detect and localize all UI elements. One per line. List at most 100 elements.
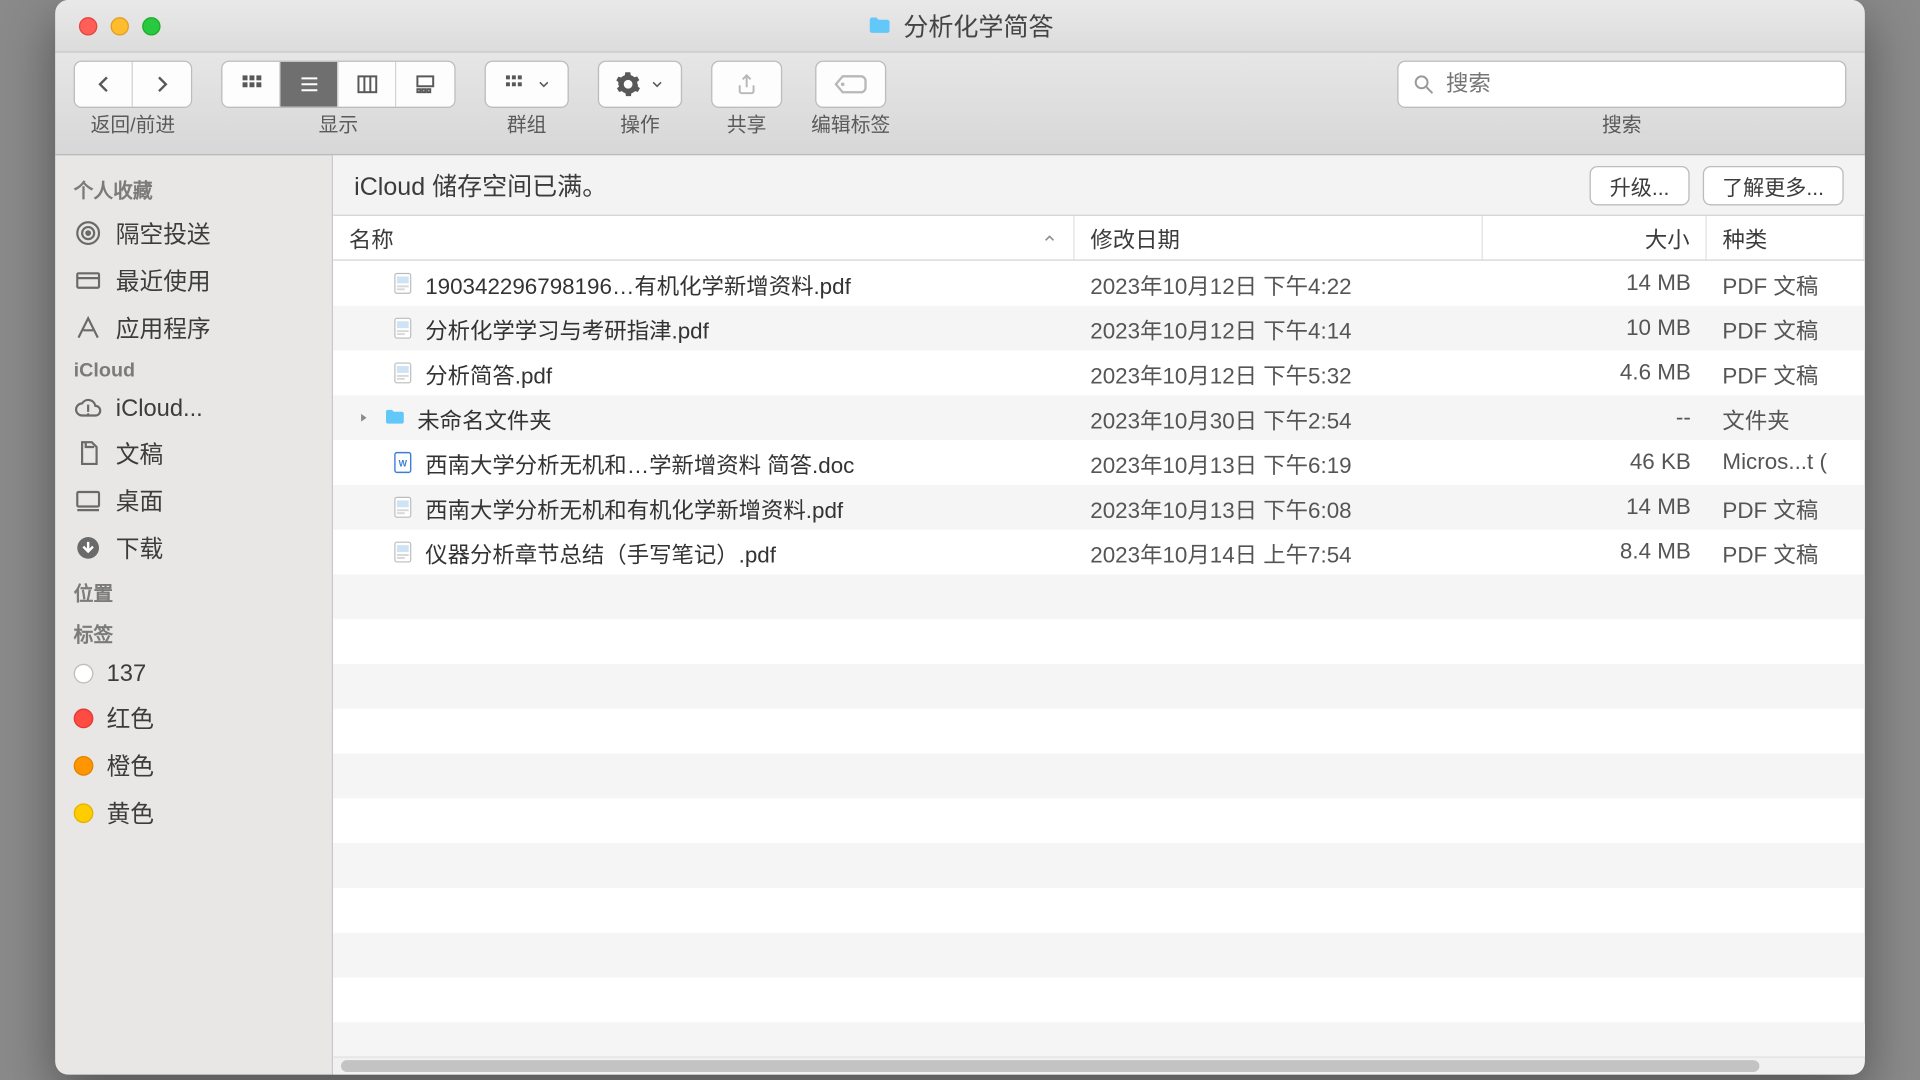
action-label: 操作 bbox=[620, 111, 660, 139]
table-row[interactable]: 分析简答.pdf2023年10月12日 下午5:324.6 MBPDF 文稿 bbox=[333, 350, 1865, 395]
search-label: 搜索 bbox=[1602, 111, 1642, 139]
sidebar-item-label: 桌面 bbox=[116, 483, 163, 517]
sidebar-item[interactable]: 桌面 bbox=[55, 477, 332, 524]
sidebar-icon bbox=[74, 266, 103, 295]
tag-color-icon bbox=[74, 755, 94, 775]
table-row[interactable]: 分析化学学习与考研指津.pdf 2023年10月12日 下午4:1410 MBPD… bbox=[333, 306, 1865, 351]
file-name: 西南大学分析无机和…学新增资料 简答.doc bbox=[425, 446, 854, 479]
file-kind: PDF 文稿 bbox=[1707, 485, 1865, 530]
search-input[interactable] bbox=[1446, 71, 1832, 97]
sort-caret-icon bbox=[1042, 230, 1058, 246]
chevron-down-icon bbox=[649, 76, 665, 92]
column-kind[interactable]: 种类 bbox=[1707, 216, 1865, 259]
sidebar-item-label: 137 bbox=[107, 660, 147, 688]
share-button[interactable] bbox=[711, 61, 782, 108]
group-button[interactable] bbox=[485, 61, 569, 108]
search-field[interactable] bbox=[1397, 61, 1846, 108]
file-date: 2023年10月12日 下午4:22 bbox=[1075, 261, 1483, 306]
file-icon bbox=[391, 316, 415, 340]
chevron-down-icon bbox=[536, 76, 552, 92]
table-row bbox=[333, 932, 1865, 977]
sidebar-item[interactable]: 应用程序 bbox=[55, 304, 332, 351]
sidebar-item[interactable]: 最近使用 bbox=[55, 257, 332, 304]
file-date: 2023年10月14日 上午7:54 bbox=[1075, 529, 1483, 574]
folder-icon bbox=[866, 13, 892, 39]
sidebar: 个人收藏 隔空投送最近使用应用程序 iCloud iCloud...文稿桌面下载… bbox=[55, 155, 333, 1074]
sidebar-item-label: 隔空投送 bbox=[116, 216, 211, 250]
sidebar-tag-item[interactable]: 橙色 bbox=[55, 741, 332, 788]
sidebar-item-label: 黄色 bbox=[107, 795, 154, 829]
file-icon bbox=[391, 540, 415, 564]
horizontal-scrollbar[interactable] bbox=[333, 1056, 1865, 1074]
learn-more-button[interactable]: 了解更多... bbox=[1702, 165, 1843, 205]
banner-text: iCloud 储存空间已满。 bbox=[354, 167, 607, 203]
file-name: 分析化学学习与考研指津.pdf bbox=[425, 311, 709, 344]
file-size: 14 MB bbox=[1483, 485, 1707, 530]
file-date: 2023年10月12日 下午4:14 bbox=[1075, 306, 1483, 351]
view-group: 显示 bbox=[221, 61, 455, 139]
file-name: 分析简答.pdf bbox=[425, 356, 552, 389]
file-date: 2023年10月13日 下午6:08 bbox=[1075, 485, 1483, 530]
file-date: 2023年10月13日 下午6:19 bbox=[1075, 440, 1483, 485]
sidebar-tag-item[interactable]: 137 bbox=[55, 653, 332, 694]
sidebar-icon bbox=[74, 486, 103, 515]
share-icon bbox=[735, 71, 759, 97]
view-column-button[interactable] bbox=[338, 62, 396, 107]
sidebar-tag-item[interactable]: 黄色 bbox=[55, 789, 332, 836]
nav-group: 返回/前进 bbox=[74, 61, 193, 139]
table-row[interactable]: W 西南大学分析无机和…学新增资料 简答.doc 2023年10月13日 下午6:1… bbox=[333, 440, 1865, 485]
close-button[interactable] bbox=[79, 16, 97, 34]
table-row[interactable]: 未命名文件夹2023年10月30日 下午2:54--文件夹 bbox=[333, 395, 1865, 440]
table-row bbox=[333, 709, 1865, 754]
action-button[interactable] bbox=[598, 61, 682, 108]
file-date: 2023年10月12日 下午5:32 bbox=[1075, 350, 1483, 395]
file-icon bbox=[391, 495, 415, 519]
column-name[interactable]: 名称 bbox=[333, 216, 1074, 259]
svg-text:W: W bbox=[399, 458, 408, 468]
upgrade-button[interactable]: 升级... bbox=[1590, 165, 1689, 205]
table-row[interactable]: 西南大学分析无机和有机化学新增资料.pdf2023年10月13日 下午6:081… bbox=[333, 485, 1865, 530]
file-kind: Micros...t ( bbox=[1707, 440, 1865, 485]
file-kind: 文件夹 bbox=[1707, 395, 1865, 440]
edit-tags-button[interactable] bbox=[815, 61, 886, 108]
view-gallery-button[interactable] bbox=[396, 62, 454, 107]
icloud-banner: iCloud 储存空间已满。 升级... 了解更多... bbox=[333, 155, 1865, 216]
sidebar-item[interactable]: 隔空投送 bbox=[55, 209, 332, 256]
file-kind: PDF 文稿 bbox=[1707, 529, 1865, 574]
share-group: 共享 bbox=[711, 61, 782, 139]
nav-label: 返回/前进 bbox=[91, 111, 176, 139]
table-row[interactable]: 190342296798196…有机化学新增资料.pdf2023年10月12日 … bbox=[333, 261, 1865, 306]
table-row bbox=[333, 1022, 1865, 1056]
view-label: 显示 bbox=[319, 111, 359, 139]
view-list-button[interactable] bbox=[280, 62, 338, 107]
sidebar-item[interactable]: 文稿 bbox=[55, 429, 332, 476]
sidebar-item[interactable]: iCloud... bbox=[55, 387, 332, 429]
table-row bbox=[333, 619, 1865, 664]
titlebar: 分析化学简答 bbox=[55, 0, 1865, 53]
disclosure-triangle-icon[interactable] bbox=[357, 411, 373, 424]
window-title-text: 分析化学简答 bbox=[903, 8, 1053, 44]
window-title: 分析化学简答 bbox=[866, 8, 1053, 44]
file-kind: PDF 文稿 bbox=[1707, 261, 1865, 306]
tag-icon bbox=[834, 72, 868, 96]
file-size: 10 MB bbox=[1483, 306, 1707, 351]
view-icon-button[interactable] bbox=[222, 62, 280, 107]
table-row bbox=[333, 664, 1865, 709]
file-kind: PDF 文稿 bbox=[1707, 350, 1865, 395]
sidebar-item[interactable]: 下载 bbox=[55, 524, 332, 571]
table-row bbox=[333, 888, 1865, 933]
file-list-panel: iCloud 储存空间已满。 升级... 了解更多... 名称 修改日期 大小 … bbox=[333, 155, 1865, 1074]
tags-label: 编辑标签 bbox=[811, 111, 890, 139]
scroll-thumb[interactable] bbox=[341, 1060, 1759, 1072]
column-size[interactable]: 大小 bbox=[1483, 216, 1707, 259]
back-button[interactable] bbox=[75, 62, 133, 107]
zoom-button[interactable] bbox=[142, 16, 160, 34]
forward-button[interactable] bbox=[133, 62, 191, 107]
minimize-button[interactable] bbox=[111, 16, 129, 34]
file-kind: PDF 文稿 bbox=[1707, 306, 1865, 351]
sidebar-tag-item[interactable]: 红色 bbox=[55, 694, 332, 741]
table-row[interactable]: 仪器分析章节总结（手写笔记）.pdf2023年10月14日 上午7:548.4 … bbox=[333, 529, 1865, 574]
column-headers: 名称 修改日期 大小 种类 bbox=[333, 216, 1865, 261]
sidebar-item-label: 最近使用 bbox=[116, 263, 211, 297]
column-date[interactable]: 修改日期 bbox=[1075, 216, 1483, 259]
